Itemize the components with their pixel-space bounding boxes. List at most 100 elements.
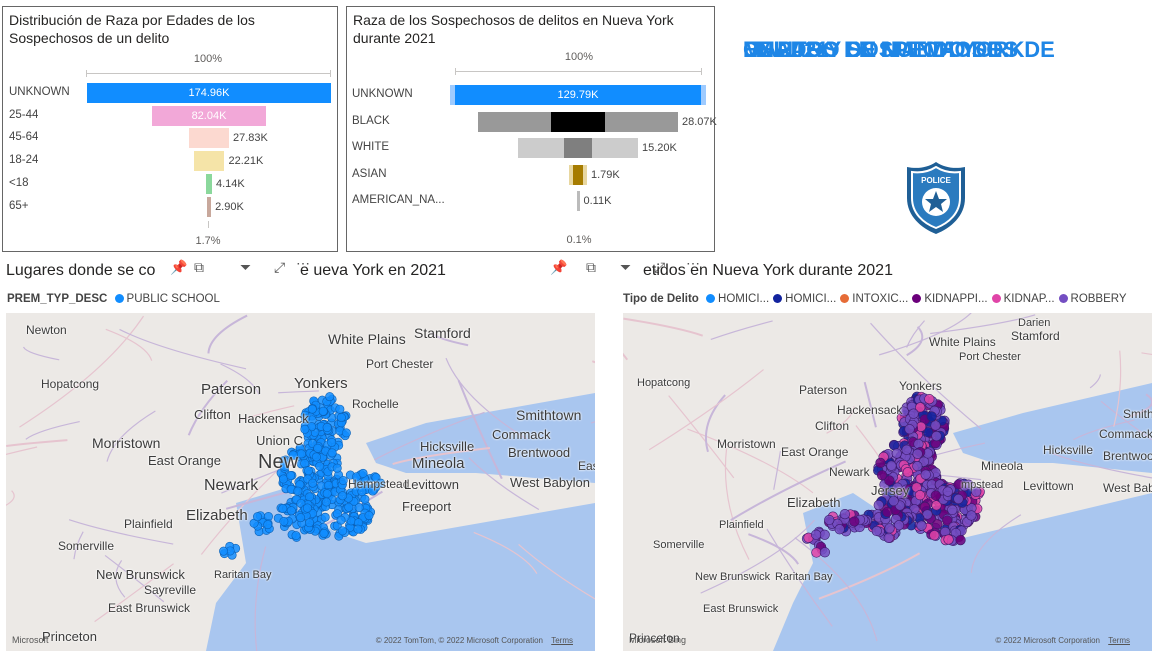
race-funnel-bar[interactable] <box>563 138 593 158</box>
right-map-terms-link[interactable]: Terms <box>1108 636 1130 645</box>
right-data-point <box>902 467 913 478</box>
age-funnel-top-pct: 100% <box>193 53 223 65</box>
age-funnel-row-label: <18 <box>9 176 29 189</box>
race-funnel-bar[interactable] <box>573 164 583 185</box>
age-funnel-bottom-pct: 1.7% <box>195 235 221 247</box>
right-legend-item[interactable]: INTOXIC... <box>852 293 908 305</box>
race-funnel-row-label: ASIAN <box>352 167 387 180</box>
left-data-point <box>286 506 296 516</box>
right-place-label: Stamford <box>1011 329 1060 343</box>
right-place-label: Clifton <box>815 419 850 433</box>
race-funnel-bar[interactable] <box>576 191 580 211</box>
right-place-label: Smithto <box>1123 407 1152 421</box>
age-funnel-bar[interactable] <box>193 151 225 172</box>
right-data-point <box>886 460 897 471</box>
right-legend-field: Tipo de Delito <box>623 293 699 305</box>
pin-icon[interactable]: 📌 <box>170 259 187 276</box>
left-place-label: Hopatcong <box>41 377 100 391</box>
left-place-label: Morristown <box>92 435 161 451</box>
left-map-title-tail-text: e ueva York en 2021 <box>300 262 446 279</box>
right-place-label: mpstead <box>961 479 1004 491</box>
pin-icon[interactable]: 📌 <box>550 259 567 276</box>
right-data-point <box>811 529 822 540</box>
age-funnel-bar[interactable] <box>206 173 212 194</box>
left-legend-item[interactable]: PUBLIC SCHOOL <box>127 293 220 305</box>
right-data-point <box>891 448 902 459</box>
left-place-label: Brentwood <box>508 445 571 460</box>
left-map-canvas <box>6 313 595 651</box>
left-data-point <box>305 492 315 502</box>
age-funnel-bar[interactable] <box>206 196 212 217</box>
right-data-point <box>912 448 923 459</box>
age-funnel-row-label: 45-64 <box>9 131 39 144</box>
race-funnel-bar[interactable] <box>551 111 605 132</box>
filter-icon[interactable]: ⏷ <box>620 259 631 276</box>
right-data-point <box>871 525 882 537</box>
race-funnel-row-label: AMERICAN_NA... <box>352 194 445 206</box>
race-funnel-bottom-pct: 0.1% <box>566 234 592 246</box>
left-map-terms-link[interactable]: Terms <box>551 636 573 645</box>
left-data-point <box>279 516 289 526</box>
right-data-point <box>819 529 830 540</box>
left-data-point <box>307 404 317 414</box>
right-place-label: Newark <box>829 465 870 479</box>
left-data-point <box>311 452 321 462</box>
copy-icon[interactable]: ⧉ <box>586 259 596 276</box>
left-place-label: East Orange <box>148 453 221 468</box>
left-place-label: Elizabeth <box>186 507 248 524</box>
right-map-copyright: © 2022 Microsoft Corporation <box>995 636 1100 645</box>
right-data-point <box>908 408 919 419</box>
left-place-label: Princeton <box>42 629 97 644</box>
right-data-point <box>839 509 851 520</box>
right-data-point <box>920 469 931 480</box>
age-funnel-bar[interactable] <box>189 128 229 149</box>
right-map[interactable]: Darien Stamford White Plains Port Chester Ho… <box>623 313 1152 651</box>
left-data-point <box>303 466 313 476</box>
right-place-label: Levittown <box>1023 479 1074 493</box>
right-legend-item[interactable]: HOMICI... <box>785 293 836 305</box>
left-data-point <box>338 491 348 501</box>
left-place-label: Raritan Bay <box>214 569 272 581</box>
filter-icon[interactable]: ⏷ <box>240 259 251 276</box>
right-legend-item[interactable]: KIDNAPPI... <box>924 293 987 305</box>
dashboard-title-line4: EN 2021 <box>743 37 829 62</box>
left-data-point <box>253 512 263 522</box>
left-map-copyright: © 2022 TomTom, © 2022 Microsoft Corporat… <box>375 636 543 645</box>
police-badge-text: POLICE <box>921 176 951 185</box>
right-place-label: Plainfield <box>719 519 764 531</box>
left-map[interactable]: Newton Hopatcong Paterson Yonkers White Plai… <box>6 313 595 651</box>
right-data-point <box>912 461 923 472</box>
right-place-label: Mineola <box>981 459 1024 473</box>
right-place-label: New Brunswick <box>695 571 771 583</box>
left-data-point <box>327 437 337 447</box>
left-data-point <box>315 461 325 471</box>
right-data-point <box>924 393 935 405</box>
race-funnel-bar-value: 1.79K <box>591 168 620 181</box>
right-data-point <box>947 504 958 515</box>
left-place-label: Hempstead <box>348 477 410 491</box>
right-data-point <box>824 514 835 526</box>
right-place-label: White Plains <box>929 335 996 349</box>
right-legend-item[interactable]: ROBBERY <box>1071 293 1127 305</box>
right-map-title: etidos en Nueva York durante 2021 <box>643 262 893 280</box>
race-funnel-card[interactable]: Raza de los Sospechosos de delitos en Nu… <box>346 6 717 252</box>
race-funnel-row-label: UNKNOWN <box>352 88 413 100</box>
right-legend-dot-icon <box>1058 294 1068 303</box>
race-funnel-bar-value: 28.07K <box>682 115 717 128</box>
race-funnel-title-line2: durante 2021 <box>353 30 436 46</box>
left-legend-field: PREM_TYP_DESC <box>7 293 108 305</box>
right-legend-item[interactable]: KIDNAP... <box>1004 293 1055 305</box>
age-funnel-card[interactable]: Distribución de Raza por Edades de los S… <box>2 6 338 252</box>
right-place-label: Somerville <box>653 539 705 551</box>
copy-icon[interactable]: ⧉ <box>194 259 204 276</box>
age-funnel-bar-value: 4.14K <box>216 177 245 190</box>
right-data-point <box>932 519 943 530</box>
left-data-point <box>360 494 370 504</box>
focus-mode-icon[interactable]: ⤢ <box>274 259 285 276</box>
left-place-label: Paterson <box>201 381 262 398</box>
right-map-legend: Tipo de Delito HOMICI... HOMICI... INTOXIC… <box>623 293 1127 305</box>
right-legend-item[interactable]: HOMICI... <box>718 293 769 305</box>
right-place-label: Elizabeth <box>787 495 841 510</box>
left-data-point <box>302 503 312 513</box>
left-place-label: Newton <box>26 323 67 337</box>
